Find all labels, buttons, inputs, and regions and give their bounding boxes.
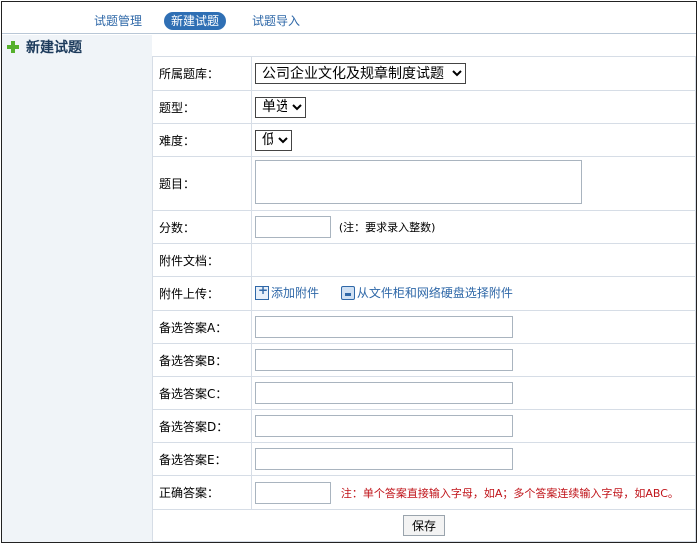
option-b-label: 备选答案B： xyxy=(152,343,252,377)
page-frame: 试题管理 新建试题 试题导入 新建试题 所属题库： 公司企业文化及规章制度试题 … xyxy=(1,1,697,543)
answer-label: 正确答案： xyxy=(152,475,252,510)
row-attachment-docs: 附件文档： xyxy=(152,243,696,277)
add-attachment-icon xyxy=(255,283,269,300)
bank-label: 所属题库： xyxy=(152,56,252,91)
attachment-docs-label: 附件文档： xyxy=(152,243,252,277)
attachment-docs-area xyxy=(251,243,696,277)
tab-new-question[interactable]: 新建试题 xyxy=(164,12,226,30)
row-attachment-upload: 附件上传： 添加附件 从文件柜和网络硬盘选择附件 xyxy=(152,276,696,311)
tab-bar: 试题管理 新建试题 试题导入 xyxy=(2,2,696,34)
question-form: 所属题库： 公司企业文化及规章制度试题 题型： 单选 难度： 低 题目： 分数：… xyxy=(152,56,696,542)
row-type: 题型： 单选 xyxy=(152,90,696,124)
row-save: 保存 xyxy=(152,509,696,542)
option-b-input[interactable] xyxy=(255,349,513,371)
score-label: 分数： xyxy=(152,210,252,244)
row-bank: 所属题库： 公司企业文化及规章制度试题 xyxy=(152,56,696,91)
option-a-input[interactable] xyxy=(255,316,513,338)
page-title-area: 新建试题 xyxy=(6,38,82,56)
question-label: 题目： xyxy=(152,156,252,211)
page-title: 新建试题 xyxy=(26,40,82,56)
difficulty-select[interactable]: 低 xyxy=(255,129,292,151)
attachment-upload-label: 附件上传： xyxy=(152,276,252,311)
answer-input[interactable] xyxy=(255,481,331,504)
option-a-label: 备选答案A： xyxy=(152,310,252,344)
difficulty-label: 难度： xyxy=(152,123,252,157)
plus-icon xyxy=(6,40,20,54)
option-e-input[interactable] xyxy=(255,448,513,470)
row-option-b: 备选答案B： xyxy=(152,343,696,377)
option-d-input[interactable] xyxy=(255,415,513,437)
row-answer: 正确答案： 注：单个答案直接输入字母，如A；多个答案连续输入字母，如ABC。 xyxy=(152,475,696,510)
row-option-c: 备选答案C： xyxy=(152,376,696,410)
option-d-label: 备选答案D： xyxy=(152,409,252,443)
question-textarea[interactable] xyxy=(255,160,582,204)
select-from-cabinet-link[interactable]: 从文件柜和网络硬盘选择附件 xyxy=(340,284,513,301)
type-label: 题型： xyxy=(152,90,252,124)
save-button[interactable]: 保存 xyxy=(403,515,445,536)
answer-note: 注：单个答案直接输入字母，如A；多个答案连续输入字母，如ABC。 xyxy=(340,486,679,500)
row-difficulty: 难度： 低 xyxy=(152,123,696,157)
option-c-input[interactable] xyxy=(255,382,513,404)
bank-select[interactable]: 公司企业文化及规章制度试题 xyxy=(255,63,466,84)
row-score: 分数： (注：要求录入整数) xyxy=(152,210,696,244)
option-c-label: 备选答案C： xyxy=(152,376,252,410)
left-panel xyxy=(2,35,152,542)
add-attachment-link[interactable]: 添加附件 xyxy=(255,283,320,301)
tab-question-import[interactable]: 试题导入 xyxy=(246,12,306,30)
disk-icon xyxy=(340,285,355,300)
score-note: (注：要求录入整数) xyxy=(338,221,436,234)
row-option-a: 备选答案A： xyxy=(152,310,696,344)
row-question: 题目： xyxy=(152,156,696,211)
type-select[interactable]: 单选 xyxy=(255,96,306,118)
row-option-e: 备选答案E： xyxy=(152,442,696,476)
row-option-d: 备选答案D： xyxy=(152,409,696,443)
add-attachment-label: 添加附件 xyxy=(271,286,320,301)
option-e-label: 备选答案E： xyxy=(152,442,252,476)
tab-question-management[interactable]: 试题管理 xyxy=(88,12,148,30)
select-from-cabinet-label: 从文件柜和网络硬盘选择附件 xyxy=(356,286,513,301)
score-input[interactable] xyxy=(255,216,331,238)
